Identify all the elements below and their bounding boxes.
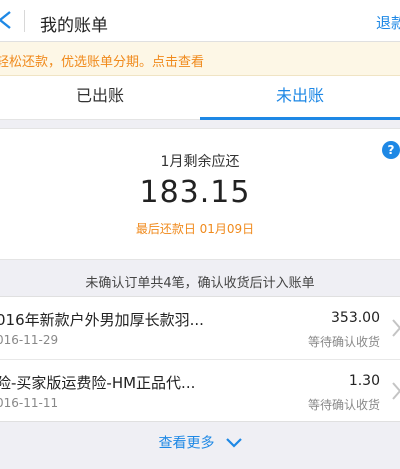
- header-divider: [24, 10, 25, 32]
- view-more-button[interactable]: 查看更多: [0, 432, 400, 460]
- tab-billed[interactable]: 已出账: [0, 76, 200, 120]
- chevron-right-icon: [392, 382, 400, 400]
- due-date: 最后还款日 01月09日: [135, 222, 255, 236]
- unconfirmed-orders-note: 未确认订单共4笔，确认收货后计入账单: [85, 276, 315, 291]
- order-amount: 1.30: [348, 373, 380, 389]
- list-item[interactable]: 险-买家版运费险-HM正品代... 016-11-11 1.30 等待确认收货: [0, 360, 400, 423]
- order-status: 等待确认收货: [307, 398, 380, 412]
- active-tab-indicator: [200, 117, 400, 120]
- order-list: 016年新款户外男加厚长款羽... 016-11-29 353.00 等待确认收…: [0, 296, 400, 422]
- order-title: 016年新款户外男加厚长款羽...: [0, 311, 204, 329]
- remaining-due-label: 1月剩余应还: [160, 154, 240, 170]
- tab-unbilled[interactable]: 未出账: [200, 76, 400, 120]
- view-more-label: 查看更多: [158, 435, 215, 452]
- installment-promo-banner[interactable]: 轻松还款，优选账单分期。点击查看: [0, 42, 400, 76]
- order-title: 险-买家版运费险-HM正品代...: [0, 374, 196, 392]
- remaining-due-amount: 183.15: [139, 175, 251, 210]
- top-bar: 我的账单 退款: [0, 0, 400, 42]
- order-date: 016-11-29: [0, 333, 59, 347]
- order-status: 等待确认收货: [307, 335, 380, 349]
- bill-summary-card: ? 1月剩余应还 183.15 最后还款日 01月09日: [0, 128, 400, 260]
- refund-link[interactable]: 退款: [376, 12, 400, 33]
- chevron-right-icon: [392, 319, 400, 337]
- chevron-down-icon: [225, 437, 242, 448]
- bill-tabs: 已出账 未出账: [0, 76, 400, 120]
- page-title: 我的账单: [40, 16, 108, 36]
- list-item[interactable]: 016年新款户外男加厚长款羽... 016-11-29 353.00 等待确认收…: [0, 297, 400, 360]
- back-arrow-icon[interactable]: [0, 9, 14, 31]
- order-date: 016-11-11: [0, 396, 59, 410]
- order-amount: 353.00: [331, 310, 380, 326]
- promo-text: 轻松还款，优选账单分期。点击查看: [0, 55, 205, 70]
